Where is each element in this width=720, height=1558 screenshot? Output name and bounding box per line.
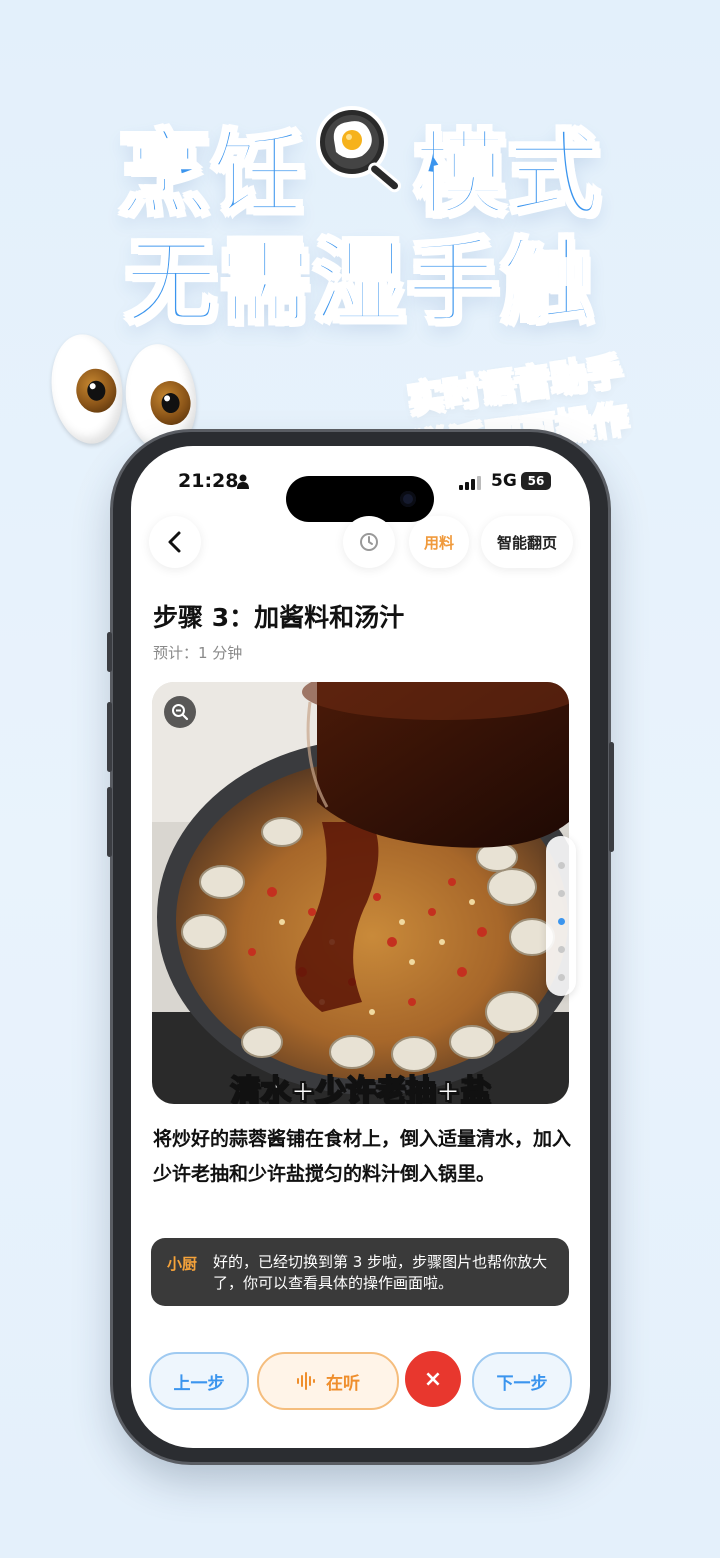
timer-button[interactable] (343, 516, 395, 568)
left-eye (44, 329, 130, 449)
promo-headline-line2: 无需湿手触 (123, 228, 595, 338)
timer-icon (360, 533, 378, 551)
action-button (107, 632, 112, 672)
volume-up-button (107, 702, 112, 772)
person-icon (237, 474, 249, 489)
frying-pan-egg-icon (316, 106, 402, 193)
back-button[interactable] (149, 516, 201, 568)
pager-dot-active[interactable] (558, 918, 565, 925)
step-description: 将炒好的蒜蓉酱铺在食材上，倒入适量清水，加入少许老抽和少许盐搅匀的料汁倒入锅里。 (153, 1128, 572, 1185)
volume-down-button (107, 787, 112, 857)
front-camera (400, 491, 416, 507)
step-title: 步骤 3：加酱料和汤汁 (153, 603, 405, 632)
smart-page-turn-button[interactable]: 智能翻页 (481, 516, 573, 568)
cooking-photo-illustration (152, 682, 569, 1104)
listening-label: 在听 (326, 1373, 360, 1394)
step-estimate: 预计：1 分钟 (153, 644, 243, 662)
next-step-button[interactable]: 下一步 (472, 1352, 572, 1410)
power-button (609, 742, 614, 852)
bottom-controls: 上一步 在听 × 下一步 (131, 1350, 590, 1410)
assistant-text: 好的，已经切换到第 3 步啦，步骤图片也帮你放大了，你可以查看具体的操作画面啦。 (213, 1253, 548, 1292)
pager-dot[interactable] (558, 946, 565, 953)
chevron-left-icon (168, 531, 181, 553)
zoom-button[interactable] (164, 696, 196, 728)
step-image[interactable]: 清水+少许老抽+盐 (152, 682, 569, 1104)
pager-dot[interactable] (558, 862, 565, 869)
top-bar: 用料 智能翻页 (131, 516, 590, 570)
image-caption: 清水+少许老抽+盐 (229, 1073, 491, 1104)
signal-icon (459, 476, 481, 490)
ingredients-button[interactable]: 用料 (409, 516, 469, 568)
prev-step-button[interactable]: 上一步 (149, 1352, 249, 1410)
listening-button[interactable]: 在听 (257, 1352, 399, 1410)
assistant-message: 小厨 好的，已经切换到第 3 步啦，步骤图片也帮你放大了，你可以查看具体的操作画… (151, 1238, 569, 1306)
status-time: 21:28 (178, 470, 239, 492)
network-type: 5G (491, 471, 517, 491)
status-bar: 21:28 5G 56 (131, 466, 590, 522)
phone-frame: 21:28 5G 56 用料 智能翻页 步骤 3：加酱料和汤汁 预计：1 分钟 … (107, 432, 614, 1462)
battery-indicator: 56 (521, 472, 551, 490)
step-pager[interactable] (546, 836, 576, 996)
pager-dot[interactable] (558, 974, 565, 981)
zoom-out-icon (172, 704, 189, 721)
app-screen: 21:28 5G 56 用料 智能翻页 步骤 3：加酱料和汤汁 预计：1 分钟 … (131, 446, 590, 1448)
pager-dot[interactable] (558, 890, 565, 897)
assistant-name: 小厨 (167, 1255, 198, 1273)
voice-wave-icon (297, 1372, 315, 1390)
close-button[interactable]: × (405, 1351, 461, 1407)
